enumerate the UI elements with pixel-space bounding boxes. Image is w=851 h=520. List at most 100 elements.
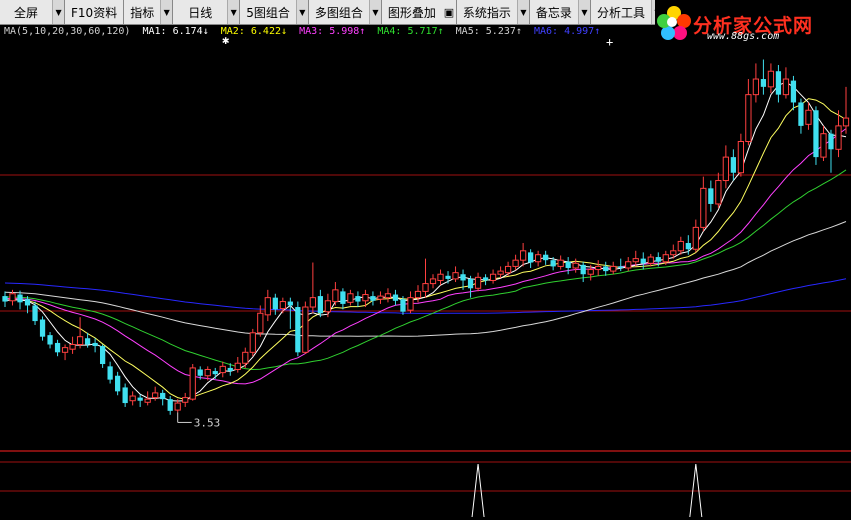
candle-body-down	[400, 299, 406, 312]
candle-body-down	[92, 342, 98, 347]
candle-body-down	[287, 301, 293, 306]
candle-body-up	[189, 367, 196, 400]
candle-body-down	[24, 299, 31, 306]
candle-body-up	[174, 402, 181, 411]
candle-body-down	[355, 296, 361, 302]
candle-body-up	[152, 392, 159, 399]
candle-body-down	[618, 266, 624, 268]
candle-body-up	[407, 297, 414, 311]
candle-body-up	[632, 258, 639, 263]
candle-body-up	[452, 272, 459, 280]
candle-body-down	[99, 346, 106, 365]
candle-body-up	[805, 109, 812, 125]
candle-body-down	[212, 371, 218, 375]
candle-body-down	[790, 80, 797, 103]
candle-body-down	[137, 397, 143, 401]
candle-body-up	[497, 270, 504, 275]
candle-body-up	[835, 125, 842, 150]
candle-body-up	[302, 306, 309, 353]
candle-body-up	[587, 269, 594, 275]
candle-body-up	[249, 332, 256, 353]
candle-body-down	[47, 335, 53, 345]
candle-body-up	[625, 261, 632, 269]
candle-body-up	[219, 365, 226, 374]
candle-body-down	[370, 296, 376, 301]
candle-body-up	[377, 295, 384, 300]
candle-body-down	[655, 257, 661, 262]
candle-body-down	[54, 342, 61, 353]
candle-body-down	[580, 264, 586, 275]
ma1-line	[4, 81, 847, 402]
candle-body-down	[392, 294, 399, 301]
candle-body-up	[610, 265, 617, 272]
candle-body-down	[543, 254, 549, 261]
sparkle-icon: ✱	[222, 33, 229, 47]
candle-body-up	[414, 290, 422, 299]
candle-body-up	[737, 141, 745, 174]
candle-body-down	[798, 102, 804, 126]
candle-body-down	[482, 277, 489, 281]
candle-body-up	[129, 395, 136, 402]
candle-body-up	[204, 368, 211, 377]
candle-body-down	[550, 260, 556, 267]
candle-body-up	[347, 293, 354, 303]
candle-body-down	[317, 296, 324, 314]
candle-body-down	[640, 258, 646, 264]
candle-body-up	[242, 351, 249, 364]
candle-body-up	[332, 289, 339, 303]
candle-body-up	[572, 262, 579, 269]
candle-body-up	[324, 300, 332, 313]
ma2-line	[4, 98, 847, 400]
crosshair-icon: +	[606, 35, 613, 49]
candle-body-up	[76, 336, 84, 346]
candle-body-up	[69, 344, 76, 350]
candle-body-up	[557, 259, 564, 267]
candle-body-up	[504, 265, 512, 274]
candle-body-up	[384, 293, 392, 299]
candle-body-up	[745, 94, 752, 142]
candle-body-down	[295, 307, 301, 353]
candle-body-up	[144, 398, 151, 403]
candle-body-down	[160, 392, 166, 400]
candle-body-up	[752, 78, 760, 96]
candle-body-up	[61, 347, 69, 353]
candle-body-down	[445, 275, 451, 279]
candle-body-down	[340, 291, 346, 304]
candle-body-up	[782, 78, 790, 96]
candle-body-up	[309, 297, 316, 308]
candle-body-down	[39, 319, 46, 337]
candle-body-up	[362, 294, 369, 302]
candle-body-down	[708, 188, 714, 204]
candle-body-down	[730, 157, 736, 173]
ma3-line	[4, 128, 847, 385]
candle-body-down	[32, 305, 38, 322]
candle-body-up	[474, 276, 482, 289]
candle-body-down	[467, 278, 474, 289]
candle-body-down	[2, 296, 8, 302]
candle-body-up	[535, 254, 542, 263]
candle-body-up	[257, 312, 264, 334]
candle-body-up	[519, 250, 527, 261]
candle-body-up	[264, 297, 271, 316]
candle-body-down	[685, 243, 691, 250]
candle-body-up	[820, 133, 827, 158]
candle-body-down	[272, 297, 278, 310]
candle-body-down	[760, 79, 767, 87]
kline-chart[interactable]: 3.53 ✱ +	[0, 0, 851, 520]
low-price-label: 3.53	[194, 416, 221, 429]
candle-body-up	[595, 265, 602, 271]
candle-body-up	[9, 293, 16, 302]
candle-body-up	[489, 273, 497, 281]
candle-body-up	[182, 397, 189, 403]
candle-body-down	[813, 110, 819, 158]
candle-body-down	[115, 375, 121, 392]
candle-body-up	[279, 301, 286, 310]
candle-body-down	[527, 252, 534, 263]
candle-body-up	[670, 250, 677, 256]
chart-window: 全屏 ▼ F10资料 指标 ▼ 日线 ▼ 5图组合 ▼ 多图组合 ▼ 图形叠加 ▣ 系统指示…	[0, 0, 851, 520]
candle-body-up	[662, 254, 669, 263]
candle-body-up	[715, 180, 722, 205]
candle-body-down	[828, 133, 834, 150]
candle-body-up	[647, 256, 654, 264]
candle-body-up	[512, 259, 519, 267]
